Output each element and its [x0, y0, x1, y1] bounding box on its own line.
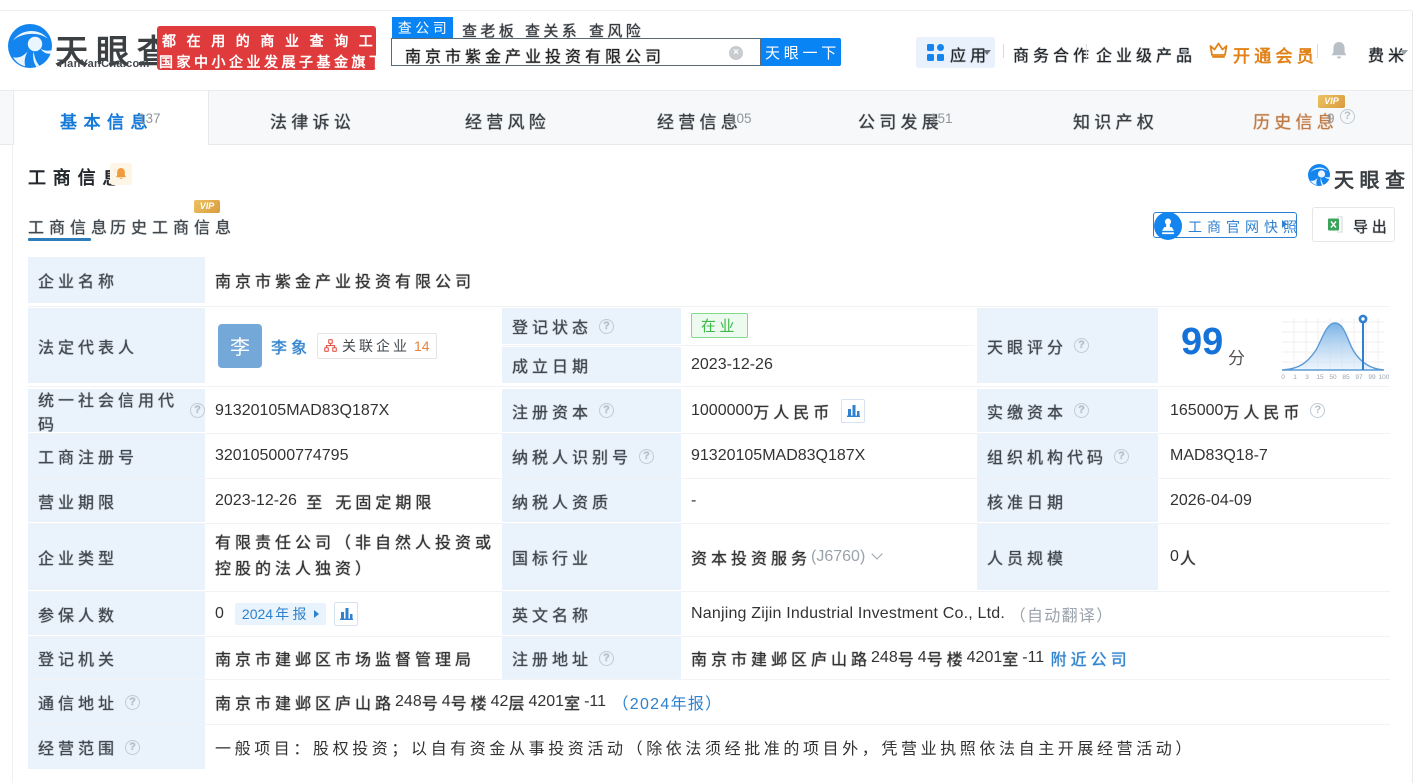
svg-text:99: 99	[1368, 374, 1376, 381]
svg-text:85: 85	[1342, 374, 1350, 381]
svg-text:0: 0	[1281, 374, 1285, 381]
svg-text:1: 1	[1293, 374, 1297, 381]
svg-text:97: 97	[1355, 374, 1363, 381]
svg-text:15: 15	[1316, 374, 1324, 381]
svg-text:3: 3	[1305, 374, 1309, 381]
svg-text:100: 100	[1379, 374, 1390, 381]
svg-text:50: 50	[1329, 374, 1337, 381]
